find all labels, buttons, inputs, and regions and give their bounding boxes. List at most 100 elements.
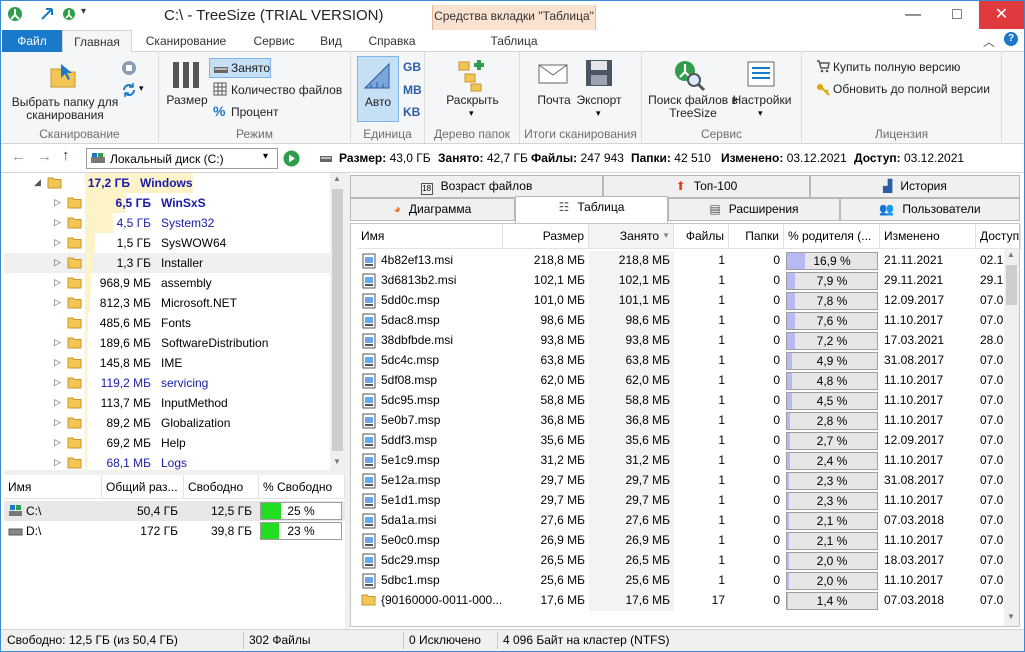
drive-col-name[interactable]: Имя (4, 475, 102, 499)
tab-table-view[interactable]: ☷ Таблица (515, 196, 668, 223)
col-accessed[interactable]: Доступ (976, 224, 1021, 249)
col-pct-parent[interactable]: % родителя (... (784, 224, 880, 249)
col-occupied[interactable]: Занято ▼ (589, 224, 674, 249)
tab-extensions[interactable]: ▤ Расширения (668, 198, 840, 221)
table-row[interactable]: {90160000-0011-000... 17,6 МБ 17,6 МБ 17 0 07… (351, 591, 1004, 611)
tree-row[interactable]: ▷ 812,3 МБ Microsoft.NET (4, 293, 330, 313)
col-folders[interactable]: Папки (729, 224, 784, 249)
tree-scrollbar[interactable]: ▲ ▼ (330, 173, 345, 470)
up-icon[interactable]: ↑ (62, 147, 70, 164)
tree-row[interactable]: ▷ 113,7 МБ InputMethod (4, 393, 330, 413)
col-name[interactable]: Имя (357, 224, 503, 249)
table-row[interactable]: 5e1c9.msp 31,2 МБ 31,2 МБ 1 0 11.10.2017 07.0 2… (351, 451, 1004, 471)
export-button[interactable]: Экспорт (576, 94, 622, 107)
tab-help[interactable]: Справка (358, 30, 426, 52)
table-scrollbar[interactable]: ▲ ▼ (1004, 249, 1019, 626)
go-icon[interactable] (283, 150, 300, 167)
tab-diagram[interactable]: ◕ Диаграмма (350, 198, 515, 221)
tree-row[interactable]: ▷ 1,5 ГБ SysWOW64 (4, 233, 330, 253)
upgrade-full-link[interactable]: Обновить до полной версии (833, 82, 990, 96)
tab-table[interactable]: Таблица (432, 30, 596, 52)
qa-tree-icon[interactable] (61, 6, 77, 22)
tree-row[interactable]: ▷ 4,5 ГБ System32 (4, 213, 330, 233)
table-row[interactable]: 5e1d1.msp 29,7 МБ 29,7 МБ 1 0 11.10.2017 07.0 2… (351, 491, 1004, 511)
drive-col-total[interactable]: Общий раз... (102, 475, 184, 499)
table-row[interactable]: 3d6813b2.msi 102,1 МБ 102,1 МБ 1 0 29.11.2021… (351, 271, 1004, 291)
table-row[interactable]: 5e0c0.msp 26,9 МБ 26,9 МБ 1 0 11.10.2017 07.0 2… (351, 531, 1004, 551)
forward-icon[interactable]: → (37, 148, 52, 165)
drive-col-pctfree[interactable]: % Свободно (259, 475, 345, 499)
tree-row[interactable]: ▷ 1,3 ГБ Installer (4, 253, 330, 273)
table-row[interactable]: 5ddf3.msp 35,6 МБ 35,6 МБ 1 0 12.09.2017 07.0 2… (351, 431, 1004, 451)
drive-row[interactable]: D:\ 172 ГБ 39,8 ГБ 23 % (4, 521, 345, 541)
settings-dropdown-icon[interactable]: ▾ (758, 108, 763, 119)
folder-tree[interactable]: ◢ 17,2 ГБ Windows ▷ 6,5 ГБ WinSxS ▷ 4,5 ГБ Syste… (4, 173, 345, 473)
unit-mb-button[interactable]: MB (403, 83, 422, 97)
tab-view[interactable]: Вид (311, 30, 351, 52)
settings-button[interactable]: Настройки (730, 94, 794, 107)
tree-row[interactable]: ▷ 89,2 МБ Globalization (4, 413, 330, 433)
maximize-button[interactable]: □ (935, 1, 979, 29)
scroll-up-icon[interactable]: ▲ (333, 174, 341, 183)
col-files[interactable]: Файлы (674, 224, 729, 249)
table-row[interactable]: 5dac8.msp 98,6 МБ 98,6 МБ 1 0 11.10.2017 07.0 7… (351, 311, 1004, 331)
table-scroll-up-icon[interactable]: ▲ (1007, 250, 1015, 259)
tab-top100[interactable]: ⬆ Топ-100 (603, 175, 810, 198)
tree-scroll-thumb[interactable] (332, 189, 343, 451)
refresh-dropdown-icon[interactable]: ▾ (139, 83, 144, 94)
expand-dropdown-icon[interactable]: ▾ (469, 108, 474, 119)
expand-button[interactable]: Раскрыть (435, 94, 510, 107)
tab-history[interactable]: ▟ История (810, 175, 1020, 198)
col-modified[interactable]: Изменено (880, 224, 976, 249)
unit-gb-button[interactable]: GB (403, 60, 421, 74)
table-row[interactable]: 5dc29.msp 26,5 МБ 26,5 МБ 1 0 18.03.2017 07.0 2… (351, 551, 1004, 571)
table-row[interactable]: 5e0b7.msp 36,8 МБ 36,8 МБ 1 0 11.10.2017 07.0 2… (351, 411, 1004, 431)
tab-file[interactable]: Файл (2, 30, 62, 52)
refresh-icon[interactable] (121, 82, 137, 98)
mode-file-count-button[interactable]: Количество файлов (231, 83, 342, 97)
table-scroll-down-icon[interactable]: ▼ (1007, 612, 1015, 621)
collapse-ribbon-icon[interactable]: ︿ (983, 33, 995, 50)
tab-scan[interactable]: Сканирование (136, 30, 236, 52)
minimize-button[interactable]: — (891, 1, 935, 29)
help-icon[interactable]: ? (1004, 32, 1018, 46)
search-files-button[interactable]: Поиск файлов в TreeSize (646, 94, 740, 120)
table-row[interactable]: 5dc4c.msp 63,8 МБ 63,8 МБ 1 0 31.08.2017 07.0 4… (351, 351, 1004, 371)
table-row[interactable]: 5e12a.msp 29,7 МБ 29,7 МБ 1 0 31.08.2017 07.0 2… (351, 471, 1004, 491)
tab-home[interactable]: Главная (62, 30, 132, 53)
tree-row[interactable]: ▷ 189,6 МБ SoftwareDistribution (4, 333, 330, 353)
table-row[interactable]: 5dc95.msp 58,8 МБ 58,8 МБ 1 0 11.10.2017 07.0 4… (351, 391, 1004, 411)
drive-row[interactable]: C:\ 50,4 ГБ 12,5 ГБ 25 % (4, 501, 345, 521)
table-scroll-thumb[interactable] (1006, 265, 1017, 305)
drive-select[interactable]: Локальный диск (C:) ▾ (86, 148, 278, 169)
table-row[interactable]: 5df08.msp 62,0 МБ 62,0 МБ 1 0 11.10.2017 07.0 4… (351, 371, 1004, 391)
qa-scan-icon[interactable] (39, 6, 55, 22)
tree-row[interactable]: ▷ 69,2 МБ Help (4, 433, 330, 453)
drive-col-free[interactable]: Свободно (184, 475, 259, 499)
table-row[interactable]: 4b82ef13.msi 218,8 МБ 218,8 МБ 1 0 21.11.2021… (351, 251, 1004, 271)
col-size[interactable]: Размер (503, 224, 589, 249)
mode-percent-button[interactable]: Процент (231, 105, 279, 119)
tree-row[interactable]: ▷ 968,9 МБ assembly (4, 273, 330, 293)
table-row[interactable]: 5da1a.msi 27,6 МБ 27,6 МБ 1 0 07.03.2018 07.0 2… (351, 511, 1004, 531)
export-dropdown-icon[interactable]: ▾ (596, 108, 601, 119)
scan-folder-button[interactable]: Выбрать папку для сканирования (11, 96, 119, 122)
tree-row[interactable]: ▷ 6,5 ГБ WinSxS (4, 193, 330, 213)
tree-row[interactable]: ▷ 145,8 МБ IME (4, 353, 330, 373)
tab-service[interactable]: Сервис (241, 30, 307, 52)
buy-full-link[interactable]: Купить полную версию (833, 60, 960, 74)
tree-row[interactable]: ◢ 17,2 ГБ Windows (4, 173, 330, 193)
mode-size-button[interactable]: Размер (163, 94, 211, 107)
tab-users[interactable]: 👥 Пользователи (840, 198, 1020, 221)
table-row[interactable]: 5dbc1.msp 25,6 МБ 25,6 МБ 1 0 11.10.2017 07.0 2… (351, 571, 1004, 591)
table-row[interactable]: 38dbfbde.msi 93,8 МБ 93,8 МБ 1 0 17.03.2021 28… (351, 331, 1004, 351)
tab-file-age[interactable]: 18 Возраст файлов (350, 175, 603, 198)
table-row[interactable]: 5dd0c.msp 101,0 МБ 101,1 МБ 1 0 12.09.2017 07.… (351, 291, 1004, 311)
scroll-down-icon[interactable]: ▼ (333, 457, 341, 466)
stop-icon[interactable] (121, 60, 137, 76)
back-icon[interactable]: ← (11, 148, 26, 165)
tree-row[interactable]: 485,6 МБ Fonts (4, 313, 330, 333)
tree-row[interactable]: ▷ 119,2 МБ servicing (4, 373, 330, 393)
mail-button[interactable]: Почта (532, 94, 576, 107)
unit-kb-button[interactable]: KB (403, 105, 420, 119)
